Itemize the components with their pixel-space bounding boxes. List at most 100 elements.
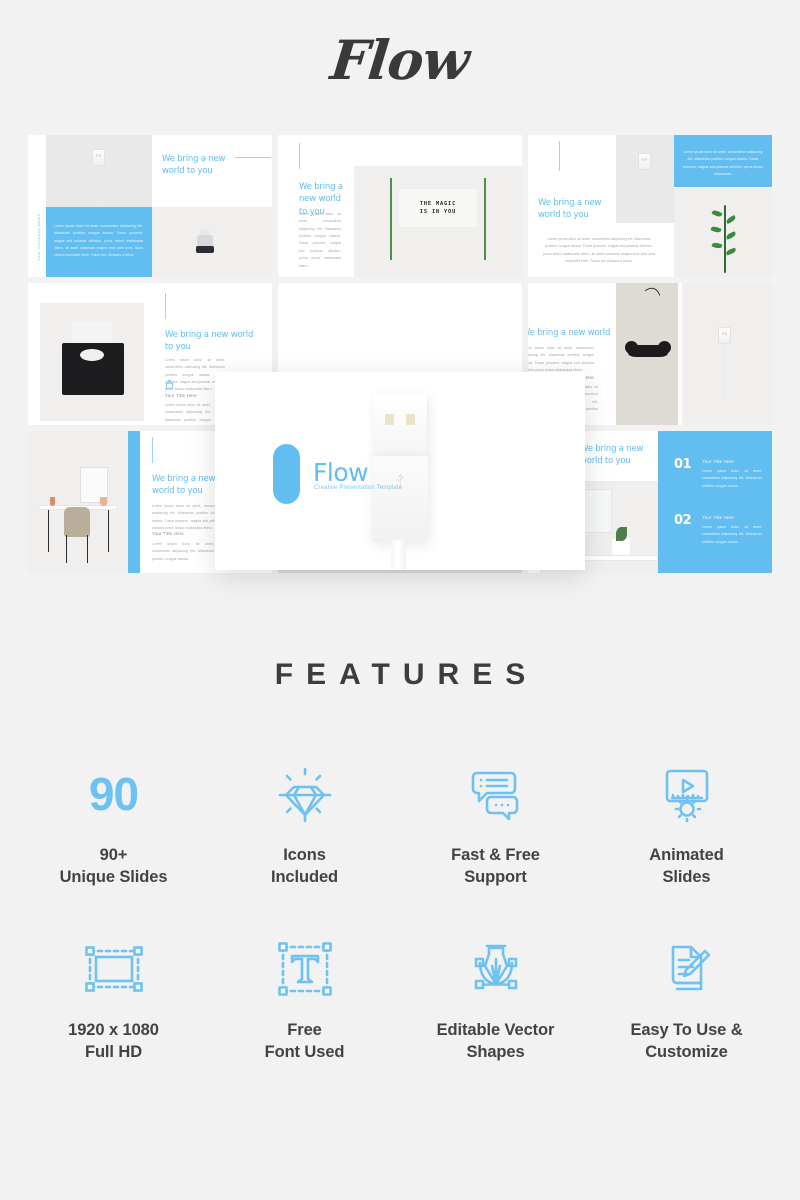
feature-label: Fast & Free Support — [451, 846, 540, 887]
slide6-photo-phone — [616, 283, 678, 425]
document-pencil-icon — [671, 945, 710, 990]
slide7-heading: We bring a new world to you — [152, 474, 216, 497]
slide9-item-0-number: 01 — [674, 457, 692, 472]
slide4-subtitle: Your Title Here — [165, 393, 198, 398]
slide4-photo-typewriter — [40, 303, 144, 421]
featured-subtitle: Creative Presentation Template — [314, 485, 403, 491]
feature-label: 1920 x 1080 Full HD — [68, 1020, 159, 1061]
succulent-leaf — [616, 527, 627, 541]
chat-bubbles-icon — [471, 771, 518, 821]
feature-icon-wrap — [656, 758, 718, 830]
slide-thumbnail-1[interactable]: Your Company Name We bring a new world t… — [28, 135, 272, 277]
phone-earpiece-left — [625, 341, 638, 354]
slide-thumbnail-2[interactable]: We bring a new world to you Lorem ipsum … — [278, 135, 522, 277]
slide9-item-1-title: Your Title Here — [702, 515, 735, 520]
feature-icon-wrap: 90 — [88, 758, 139, 830]
typewriter-ribbon — [80, 349, 104, 361]
plant-leaf — [710, 225, 722, 234]
slide4-sub-body: Lorem ipsum dolor sit amet, consectetur … — [165, 403, 211, 422]
video-gear-icon — [665, 769, 708, 823]
person-legs — [196, 246, 214, 253]
featured-usb-housing — [372, 456, 428, 542]
plant-stem — [724, 205, 726, 273]
plant-leaf — [711, 241, 723, 250]
feature-unique-slides: 90 90+ Unique Slides — [18, 758, 209, 889]
featured-accent-pill — [273, 444, 300, 504]
slide2-vline — [299, 143, 300, 169]
slide1-photo-person — [152, 207, 272, 277]
feature-support: Fast & Free Support — [400, 758, 591, 889]
slide1-vertical-label: Your Company Name — [37, 213, 41, 261]
features-heading: FEATURES — [274, 658, 539, 691]
slide2-photo-magic: THE MAGIC IS IN YOU — [354, 166, 522, 277]
vine-left — [390, 178, 392, 260]
slide7-sub-body: Lorem ipsum dolor sit amet, consectetur … — [152, 542, 214, 561]
feature-animated-slides: Animated Slides — [591, 758, 782, 889]
feature-label: Free Font Used — [264, 1020, 345, 1061]
feature-vector-shapes: Editable Vector Shapes — [400, 933, 591, 1064]
magic-banner: THE MAGIC IS IN YOU — [398, 188, 478, 228]
slide4-vline — [165, 293, 166, 319]
page-header: Flow — [0, 0, 800, 120]
magic-line-2: IS IN YOU — [419, 208, 457, 215]
slide3-body: Lorem ipsum dolor sit amet, consectetur … — [538, 233, 660, 269]
slide9-item-1-body: Lorem ipsum dolor sit amet, consectetur … — [702, 525, 762, 544]
slide3-blue-body: Lorem ipsum dolor sit amet, consectetur … — [683, 150, 763, 177]
slide7-blue-bar — [128, 431, 140, 573]
magic-line-1: THE MAGIC — [419, 201, 457, 208]
feature-icons-included: Icons Included — [209, 758, 400, 889]
feature-icon-wrap — [83, 933, 145, 1005]
slide2-body: Lorem ipsum dolor sit amet, consectetur … — [299, 212, 341, 268]
slide1-heading: We bring a new world to you — [162, 154, 226, 177]
desk-leg — [48, 510, 49, 552]
slide1-body: Lorem ipsum dolor sit amet, consectetur … — [54, 224, 143, 258]
lock-icon — [165, 380, 174, 389]
diamond-icon — [278, 767, 331, 823]
vase — [50, 497, 55, 506]
slide3-heading: We bring a new world to you — [538, 198, 602, 221]
chair-seat — [64, 507, 90, 537]
feature-icon-wrap — [465, 933, 527, 1005]
desk-leg — [108, 510, 109, 552]
slide-thumbnail-3[interactable]: Lorem ipsum dolor sit amet, consectetur … — [528, 135, 772, 277]
usb-cord-shape — [97, 166, 100, 206]
slide9-blue-panel: 01 Your Title Here Lorem ipsum dolor sit… — [658, 431, 772, 573]
ninety-number: 90 — [88, 768, 139, 820]
plant-leaf — [725, 231, 737, 240]
feature-label: Easy To Use & Customize — [630, 1020, 743, 1061]
plant-leaf — [725, 247, 737, 256]
brand-title: Flow — [327, 28, 473, 92]
phone-earpiece-right — [658, 341, 671, 354]
plant-pot — [100, 497, 107, 506]
usb-plug-shape — [718, 327, 731, 344]
slide9-item-1-number: 02 — [674, 513, 692, 528]
slide-row-1: Your Company Name We bring a new world t… — [28, 135, 773, 277]
featured-usb-connector — [373, 394, 427, 458]
slide7-photo-desk — [28, 431, 128, 573]
feature-full-hd: 1920 x 1080 Full HD — [18, 933, 209, 1064]
phone-cord — [627, 284, 667, 336]
resize-frame-icon — [84, 945, 143, 992]
slide3-photo-plant — [674, 187, 772, 277]
featured-slide[interactable]: Flow Creative Presentation Template — [215, 372, 585, 570]
pen-tool-icon — [474, 944, 517, 989]
slide7-subtitle: Your Title Here — [152, 531, 185, 536]
plant-leaf — [711, 208, 723, 219]
slide9-item-0-body: Lorem ipsum dolor sit amet, consectetur … — [702, 469, 762, 488]
usb-cord-shape — [723, 344, 726, 400]
feature-label: Editable Vector Shapes — [436, 1020, 555, 1061]
slide9-item-0-title: Your Title Here — [702, 459, 735, 464]
plant-pot — [612, 539, 630, 555]
slide3-vline — [559, 141, 560, 171]
feature-icon-wrap — [656, 933, 718, 1005]
usb-plug-shape — [638, 153, 651, 170]
text-selection-icon — [277, 941, 332, 996]
slide-preview-section: Your Company Name We bring a new world t… — [0, 120, 800, 590]
slide3-photo-usb — [616, 135, 674, 223]
feature-free-font: Free Font Used — [209, 933, 400, 1064]
slide6-body: Lorem ipsum dolor sit amet, consectetur … — [528, 346, 594, 373]
usb-plug-shape — [92, 149, 105, 166]
chair-leg — [66, 535, 67, 563]
slide7-vline — [152, 437, 153, 463]
feature-label: Animated Slides — [649, 846, 724, 887]
